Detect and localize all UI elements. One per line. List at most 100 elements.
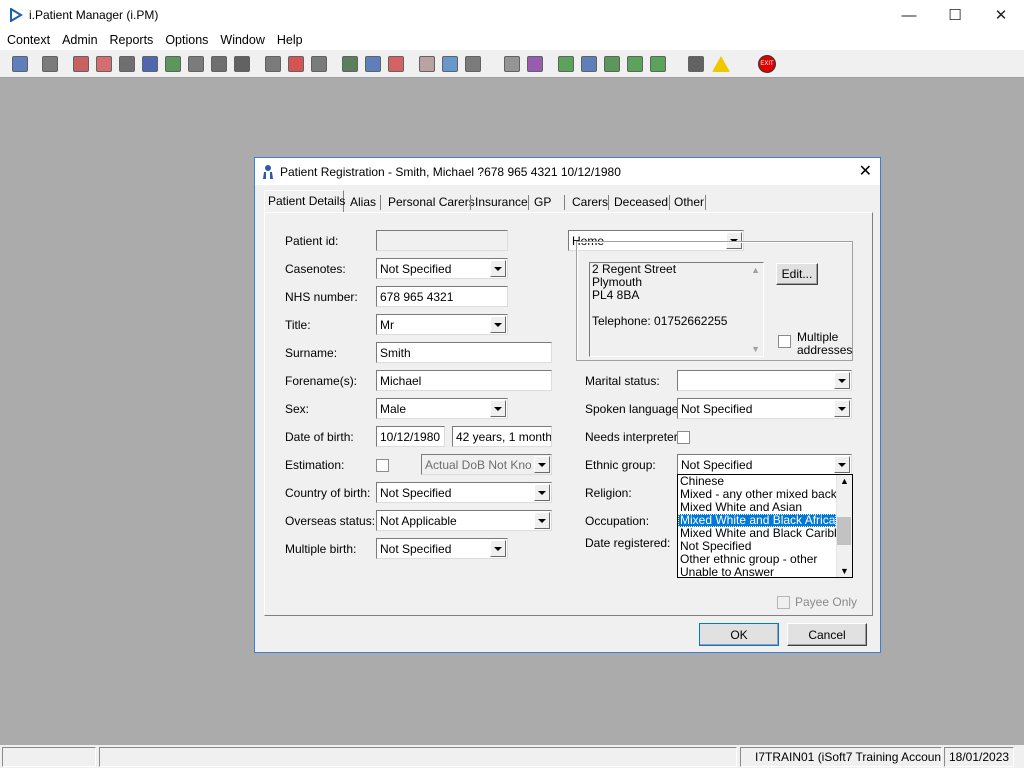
recycle-icon[interactable] <box>648 54 668 74</box>
scroll-down-icon[interactable]: ▼ <box>840 566 849 576</box>
marital-status-select[interactable] <box>677 370 852 391</box>
form-icon[interactable] <box>186 54 206 74</box>
notes-icon[interactable] <box>94 54 114 74</box>
search-doc-icon[interactable] <box>263 54 283 74</box>
dropdown-option[interactable]: Other ethnic group - other <box>678 553 836 566</box>
dropdown-option[interactable]: Not Specified <box>678 540 836 553</box>
swap-icon[interactable] <box>686 54 706 74</box>
document-icon[interactable] <box>502 54 522 74</box>
dropdown-option[interactable]: Unable to Answer <box>678 566 836 577</box>
schedule-icon[interactable] <box>363 54 383 74</box>
edit-address-button[interactable]: Edit... <box>776 263 818 285</box>
label-sex: Sex: <box>285 402 310 416</box>
bed-icon[interactable] <box>440 54 460 74</box>
tab-patient-details[interactable]: Patient Details <box>264 190 345 212</box>
date-of-birth-field[interactable]: 10/12/1980 <box>376 426 445 447</box>
status-date: 18/01/2023 <box>944 747 1014 767</box>
printer-icon[interactable] <box>40 54 60 74</box>
check-list-icon[interactable] <box>579 54 599 74</box>
label-needs-interpreter: Needs interpreter: <box>585 430 682 444</box>
tab-insurance[interactable]: Insurance <box>472 192 531 212</box>
ethnic-group-dropdown-list[interactable]: ChineseMixed - any other mixed backgroun… <box>677 474 853 578</box>
multiple-addresses-checkbox[interactable] <box>778 335 791 348</box>
m-icon[interactable] <box>140 54 160 74</box>
dropdown-option[interactable]: Mixed White and Asian <box>678 501 836 514</box>
menu-help[interactable]: Help <box>277 33 303 47</box>
chevron-down-icon[interactable] <box>834 456 850 473</box>
chevron-down-icon[interactable] <box>490 316 506 333</box>
maximize-button[interactable]: ☐ <box>932 0 978 30</box>
clock-icon[interactable] <box>286 54 306 74</box>
country-of-birth-select[interactable]: Not Specified <box>376 482 552 503</box>
scroll-up-icon[interactable]: ▲ <box>840 476 849 486</box>
person-bed-icon[interactable] <box>463 54 483 74</box>
casenotes-select[interactable]: Not Specified <box>376 258 508 279</box>
download-icon[interactable] <box>625 54 645 74</box>
menu-admin[interactable]: Admin <box>62 33 97 47</box>
needs-interpreter-checkbox[interactable] <box>677 431 690 444</box>
book-icon[interactable] <box>71 54 91 74</box>
list-icon[interactable] <box>417 54 437 74</box>
overseas-status-select[interactable]: Not Applicable <box>376 510 552 531</box>
close-window-button[interactable]: ✕ <box>978 0 1024 30</box>
dropdown-scrollbar[interactable]: ▲ ▼ <box>836 475 852 577</box>
dropdown-option[interactable]: Mixed White and Black African <box>678 514 836 527</box>
sex-select[interactable]: Male <box>376 398 508 419</box>
minimize-button[interactable]: — <box>886 0 932 30</box>
chevron-down-icon[interactable] <box>534 484 550 501</box>
globe-icon[interactable] <box>556 54 576 74</box>
transfer-icon[interactable] <box>232 54 252 74</box>
tab-gp[interactable]: GP <box>531 192 554 212</box>
tab-personal-carers[interactable]: Personal Carers <box>385 192 478 212</box>
card-icon[interactable] <box>117 54 137 74</box>
menu-context[interactable]: Context <box>7 33 50 47</box>
cancel-button[interactable]: Cancel <box>787 623 867 646</box>
chevron-down-icon[interactable] <box>490 540 506 557</box>
tab-other[interactable]: Other <box>671 192 707 212</box>
dropdown-option[interactable]: Mixed White and Black Caribbean <box>678 527 836 540</box>
bar-chart-icon[interactable] <box>525 54 545 74</box>
estimation-checkbox[interactable] <box>376 459 389 472</box>
ok-button[interactable]: OK <box>699 623 779 646</box>
dropdown-option[interactable]: Chinese <box>678 475 836 488</box>
calendar-icon[interactable] <box>340 54 360 74</box>
label-spoken-language: Spoken language: <box>585 402 682 416</box>
task-icon[interactable] <box>602 54 622 74</box>
title-select[interactable]: Mr <box>376 314 508 335</box>
country-value: Not Specified <box>380 486 452 500</box>
doctor-icon[interactable] <box>163 54 183 74</box>
address-group: 2 Regent Street Plymouth PL4 8BA Telepho… <box>576 241 853 361</box>
dropdown-option[interactable]: Mixed - any other mixed background <box>678 488 836 501</box>
chevron-down-icon <box>534 456 550 473</box>
warning-icon[interactable] <box>711 54 731 74</box>
spoken-language-select[interactable]: Not Specified <box>677 398 852 419</box>
surname-field[interactable]: Smith <box>376 342 552 363</box>
tab-carers[interactable]: Carers <box>569 192 611 212</box>
forenames-field[interactable]: Michael <box>376 370 552 391</box>
tab-deceased[interactable]: Deceased <box>611 192 671 212</box>
menu-options[interactable]: Options <box>165 33 208 47</box>
chevron-down-icon[interactable] <box>834 400 850 417</box>
edit-address-label: Edit... <box>781 267 813 281</box>
menu-reports[interactable]: Reports <box>110 33 154 47</box>
exit-icon[interactable]: EXIT <box>757 54 777 74</box>
menu-window[interactable]: Window <box>220 33 264 47</box>
scrollbar-thumb[interactable] <box>837 517 851 545</box>
multiple-birth-value: Not Specified <box>380 542 452 556</box>
patient-icon[interactable] <box>10 54 30 74</box>
monitor-icon[interactable] <box>309 54 329 74</box>
ambulance-icon[interactable] <box>209 54 229 74</box>
multiple-birth-select[interactable]: Not Specified <box>376 538 508 559</box>
label-casenotes: Casenotes: <box>285 262 346 276</box>
nhs-number-field[interactable]: 678 965 4321 <box>376 286 508 307</box>
chevron-down-icon[interactable] <box>534 512 550 529</box>
status-account: I7TRAIN01 (iSoft7 Training Account) <box>740 747 942 767</box>
chevron-down-icon[interactable] <box>834 372 850 389</box>
tab-alias[interactable]: Alias <box>347 192 379 212</box>
ethnic-group-select[interactable]: Not Specified <box>677 454 852 475</box>
chevron-down-icon[interactable] <box>490 260 506 277</box>
chevron-down-icon[interactable] <box>490 400 506 417</box>
stopwatch-icon[interactable] <box>386 54 406 74</box>
label-title: Title: <box>285 318 311 332</box>
dialog-close-button[interactable]: ✕ <box>859 161 872 181</box>
